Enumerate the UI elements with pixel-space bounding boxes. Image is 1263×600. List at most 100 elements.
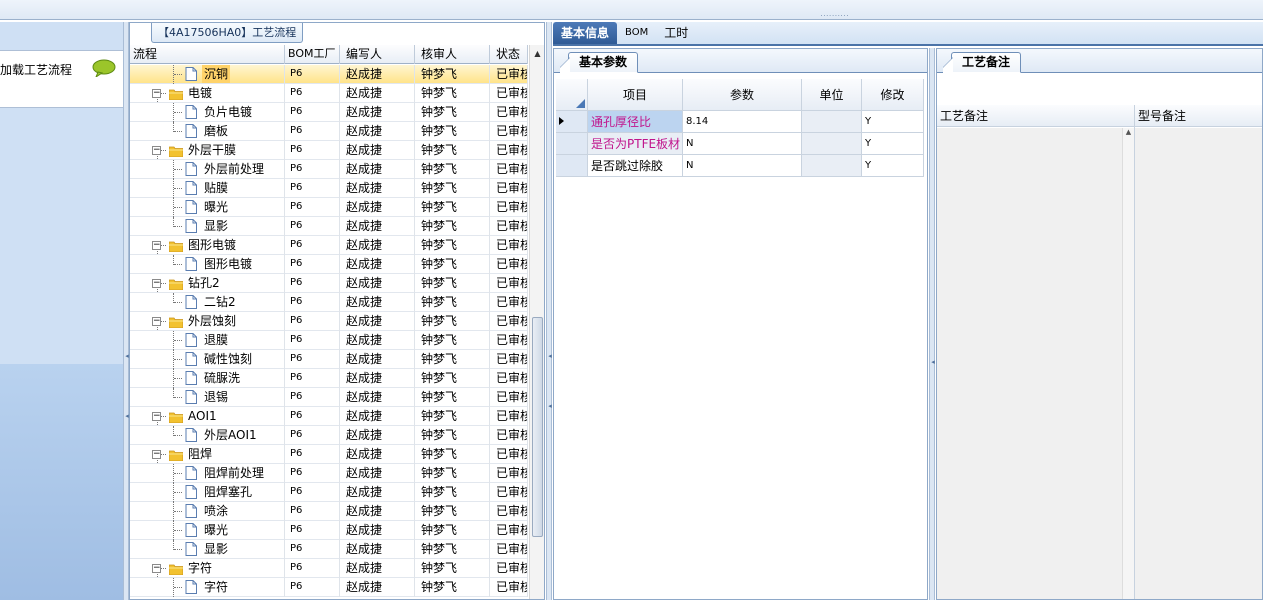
params-row[interactable]: 是否为PTFE板材 N Y <box>556 133 924 155</box>
tree-node[interactable]: 贴膜 <box>130 179 285 198</box>
param-modify-cell[interactable]: Y <box>862 133 924 155</box>
row-selector[interactable] <box>556 155 588 177</box>
tree-node[interactable]: 磨板 <box>130 122 285 141</box>
process-tree-tab[interactable]: 【4A17506HA0】工艺流程 <box>151 23 304 43</box>
chat-bubble-icon[interactable] <box>92 59 116 77</box>
tree-group-row[interactable]: − AOI1 P6赵成捷钟梦飞已审核 <box>130 407 528 426</box>
param-modify-cell[interactable]: Y <box>862 111 924 133</box>
tree-node[interactable]: 沉铜 <box>130 65 285 84</box>
tab-bom[interactable]: BOM <box>617 22 656 44</box>
scroll-up-arrow-icon[interactable]: ▲ <box>532 49 543 59</box>
col-header-flow[interactable]: 流程 <box>130 45 285 64</box>
params-row[interactable]: 是否跳过除胶 N Y <box>556 155 924 177</box>
tree-item-row[interactable]: 退锡 P6赵成捷钟梦飞已审核 <box>130 388 528 407</box>
tree-node[interactable]: − 阻焊 <box>130 445 285 464</box>
collapse-toggle-icon[interactable]: − <box>152 146 161 155</box>
tree-node[interactable]: 喷涂 <box>130 502 285 521</box>
collapse-toggle-icon[interactable]: − <box>152 564 161 573</box>
tree-node[interactable]: − 外层蚀刻 <box>130 312 285 331</box>
tree-node[interactable]: 显影 <box>130 540 285 559</box>
tree-item-row[interactable]: 磨板 P6赵成捷钟梦飞已审核 <box>130 122 528 141</box>
tree-group-row[interactable]: − 电镀 P6赵成捷钟梦飞已审核 <box>130 84 528 103</box>
tree-node[interactable]: 负片电镀 <box>130 103 285 122</box>
tree-node[interactable]: 外层AOI1 <box>130 426 285 445</box>
tree-node[interactable]: 曝光 <box>130 198 285 217</box>
tree-item-row[interactable]: 外层前处理 P6赵成捷钟梦飞已审核 <box>130 160 528 179</box>
col-header-status[interactable]: 状态 <box>490 45 528 64</box>
tree-item-row[interactable]: 图形电镀 P6赵成捷钟梦飞已审核 <box>130 255 528 274</box>
tree-item-row[interactable]: 阻焊塞孔 P6赵成捷钟梦飞已审核 <box>130 483 528 502</box>
tree-item-row[interactable]: 曝光 P6赵成捷钟梦飞已审核 <box>130 198 528 217</box>
tree-node[interactable]: 硫脲洗 <box>130 369 285 388</box>
param-value-cell[interactable]: 8.14 <box>683 111 802 133</box>
tree-item-row[interactable]: 曝光 P6赵成捷钟梦飞已审核 <box>130 521 528 540</box>
load-process-item[interactable]: 加载工艺流程 <box>0 50 124 108</box>
tree-node[interactable]: 碱性蚀刻 <box>130 350 285 369</box>
tree-node[interactable]: 退锡 <box>130 388 285 407</box>
tree-node[interactable]: − AOI1 <box>130 407 285 426</box>
tree-scrollbar[interactable]: ▲ <box>529 45 544 599</box>
tree-item-row[interactable]: 贴膜 P6赵成捷钟梦飞已审核 <box>130 179 528 198</box>
select-all-corner[interactable] <box>556 79 588 111</box>
tree-node[interactable]: − 图形电镀 <box>130 236 285 255</box>
collapse-toggle-icon[interactable]: − <box>152 412 161 421</box>
scroll-thumb[interactable] <box>532 317 543 537</box>
tree-item-row[interactable]: 阻焊前处理 P6赵成捷钟梦飞已审核 <box>130 464 528 483</box>
tree-node[interactable]: 阻焊前处理 <box>130 464 285 483</box>
tree-node[interactable]: 字符 <box>130 578 285 597</box>
tree-node[interactable]: 图形电镀 <box>130 255 285 274</box>
col-header-param[interactable]: 参数 <box>683 79 802 111</box>
top-splitter-grip[interactable]: ·········· <box>800 14 870 20</box>
model-note-textarea[interactable] <box>1135 128 1262 599</box>
process-note-textarea[interactable] <box>937 128 1134 599</box>
row-selector[interactable] <box>556 133 588 155</box>
tab-work-hours[interactable]: 工时 <box>656 22 696 44</box>
tree-group-row[interactable]: − 字符 P6赵成捷钟梦飞已审核 <box>130 559 528 578</box>
row-selector[interactable] <box>556 111 588 133</box>
collapse-toggle-icon[interactable]: − <box>152 241 161 250</box>
tree-item-row[interactable]: 显影 P6赵成捷钟梦飞已审核 <box>130 540 528 559</box>
tree-node[interactable]: 退膜 <box>130 331 285 350</box>
tree-item-row[interactable]: 碱性蚀刻 P6赵成捷钟梦飞已审核 <box>130 350 528 369</box>
collapse-toggle-icon[interactable]: − <box>152 450 161 459</box>
tree-item-row[interactable]: 沉铜 P6赵成捷钟梦飞已审核 <box>130 65 528 84</box>
params-row[interactable]: 通孔厚径比 8.14 Y <box>556 111 924 133</box>
tree-node[interactable]: 显影 <box>130 217 285 236</box>
tree-node[interactable]: − 电镀 <box>130 84 285 103</box>
col-header-item[interactable]: 项目 <box>588 79 683 111</box>
collapse-toggle-icon[interactable]: − <box>152 279 161 288</box>
tree-item-row[interactable]: 硫脲洗 P6赵成捷钟梦飞已审核 <box>130 369 528 388</box>
col-header-modify[interactable]: 修改 <box>862 79 924 111</box>
tree-node[interactable]: 二钻2 <box>130 293 285 312</box>
tab-process-notes[interactable]: 工艺备注 <box>942 52 1022 73</box>
tree-node[interactable]: − 字符 <box>130 559 285 578</box>
tree-item-row[interactable]: 外层AOI1 P6赵成捷钟梦飞已审核 <box>130 426 528 445</box>
tree-group-row[interactable]: − 钻孔2 P6赵成捷钟梦飞已审核 <box>130 274 528 293</box>
param-value-cell[interactable]: N <box>683 133 802 155</box>
tree-group-row[interactable]: − 外层蚀刻 P6赵成捷钟梦飞已审核 <box>130 312 528 331</box>
tree-node[interactable]: − 外层干膜 <box>130 141 285 160</box>
tree-item-row[interactable]: 显影 P6赵成捷钟梦飞已审核 <box>130 217 528 236</box>
col-header-writer[interactable]: 编写人 <box>340 45 415 64</box>
process-note-scrollbar[interactable]: ▲ <box>1122 128 1134 599</box>
tree-node[interactable]: 外层前处理 <box>130 160 285 179</box>
tree-group-row[interactable]: − 阻焊 P6赵成捷钟梦飞已审核 <box>130 445 528 464</box>
tab-basic-info[interactable]: 基本信息 <box>553 22 618 44</box>
param-modify-cell[interactable]: Y <box>862 155 924 177</box>
tree-group-row[interactable]: − 外层干膜 P6赵成捷钟梦飞已审核 <box>130 141 528 160</box>
middle-splitter[interactable]: ◂ ◂ <box>546 22 552 600</box>
col-header-bom[interactable]: BOM工厂 <box>285 45 340 64</box>
tree-node[interactable]: 曝光 <box>130 521 285 540</box>
collapse-toggle-icon[interactable]: − <box>152 317 161 326</box>
tree-item-row[interactable]: 负片电镀 P6赵成捷钟梦飞已审核 <box>130 103 528 122</box>
tree-node[interactable]: 阻焊塞孔 <box>130 483 285 502</box>
col-header-unit[interactable]: 单位 <box>802 79 862 111</box>
col-header-reviewer[interactable]: 核审人 <box>415 45 490 64</box>
tree-group-row[interactable]: − 图形电镀 P6赵成捷钟梦飞已审核 <box>130 236 528 255</box>
tab-basic-params[interactable]: 基本参数 <box>559 52 639 73</box>
tree-item-row[interactable]: 字符 P6赵成捷钟梦飞已审核 <box>130 578 528 597</box>
tree-node[interactable]: − 钻孔2 <box>130 274 285 293</box>
tree-item-row[interactable]: 二钻2 P6赵成捷钟梦飞已审核 <box>130 293 528 312</box>
tree-item-row[interactable]: 喷涂 P6赵成捷钟梦飞已审核 <box>130 502 528 521</box>
right-splitter[interactable]: ◂ <box>929 48 935 600</box>
